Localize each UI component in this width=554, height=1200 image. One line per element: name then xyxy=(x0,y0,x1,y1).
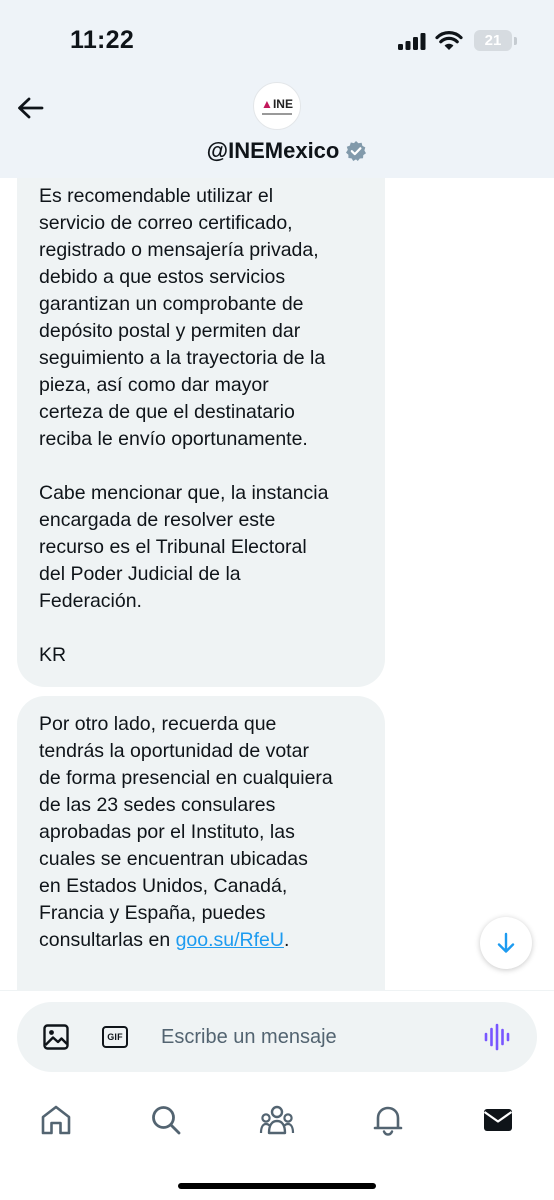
cellular-signal-icon xyxy=(398,33,426,50)
message-link[interactable]: goo.su/RfeU xyxy=(176,929,284,951)
message-text: Por otro lado, recuerda que tendrás la o… xyxy=(39,713,333,951)
add-image-button[interactable] xyxy=(42,1023,70,1051)
battery-nub xyxy=(514,37,517,45)
home-icon xyxy=(41,1105,71,1135)
avatar[interactable]: ▲INE xyxy=(253,82,301,130)
image-icon xyxy=(43,1024,69,1050)
notifications-icon xyxy=(373,1106,403,1136)
message-bubble[interactable]: Por otro lado, recuerda que tendrás la o… xyxy=(17,696,385,990)
tab-messages[interactable] xyxy=(478,1100,518,1140)
message-text: Es recomendable utilizar el servicio de … xyxy=(39,185,329,666)
messages-icon xyxy=(483,1109,513,1131)
handle-row[interactable]: @INEMexico xyxy=(0,138,554,164)
tab-communities[interactable] xyxy=(257,1100,297,1140)
tab-notifications[interactable] xyxy=(368,1100,408,1140)
message-composer: GIF xyxy=(17,1002,537,1072)
home-indicator xyxy=(178,1183,376,1189)
back-button[interactable] xyxy=(12,90,48,126)
search-icon xyxy=(152,1106,181,1135)
battery-level: 21 xyxy=(484,32,502,49)
message-bubble[interactable]: Es recomendable utilizar el servicio de … xyxy=(17,178,385,687)
arrow-down-icon xyxy=(497,932,515,953)
arrow-left-icon xyxy=(18,97,44,119)
wifi-icon xyxy=(435,31,463,50)
account-handle: @INEMexico xyxy=(206,138,340,163)
tab-home[interactable] xyxy=(36,1100,76,1140)
gif-icon: GIF xyxy=(102,1026,128,1048)
add-gif-button[interactable]: GIF xyxy=(101,1023,129,1051)
message-list[interactable]: Es recomendable utilizar el servicio de … xyxy=(0,178,554,990)
status-bar: 11:22 21 xyxy=(0,0,554,80)
verified-badge-icon xyxy=(346,141,367,161)
communities-icon xyxy=(259,1105,295,1135)
tab-search[interactable] xyxy=(146,1100,186,1140)
conversation-header: ▲INE @INEMexico xyxy=(0,80,554,178)
scroll-to-bottom-button[interactable] xyxy=(480,917,532,969)
avatar-logo: ▲INE xyxy=(261,96,293,111)
avatar-logo-subtext xyxy=(262,112,292,115)
status-time: 11:22 xyxy=(70,26,135,54)
battery-indicator: 21 xyxy=(474,30,512,51)
voice-waveform-icon xyxy=(484,1023,510,1051)
voice-message-button[interactable] xyxy=(483,1023,511,1051)
message-input[interactable] xyxy=(161,1017,461,1057)
message-text-end: . xyxy=(283,929,290,951)
composer-area: GIF xyxy=(0,990,554,1088)
